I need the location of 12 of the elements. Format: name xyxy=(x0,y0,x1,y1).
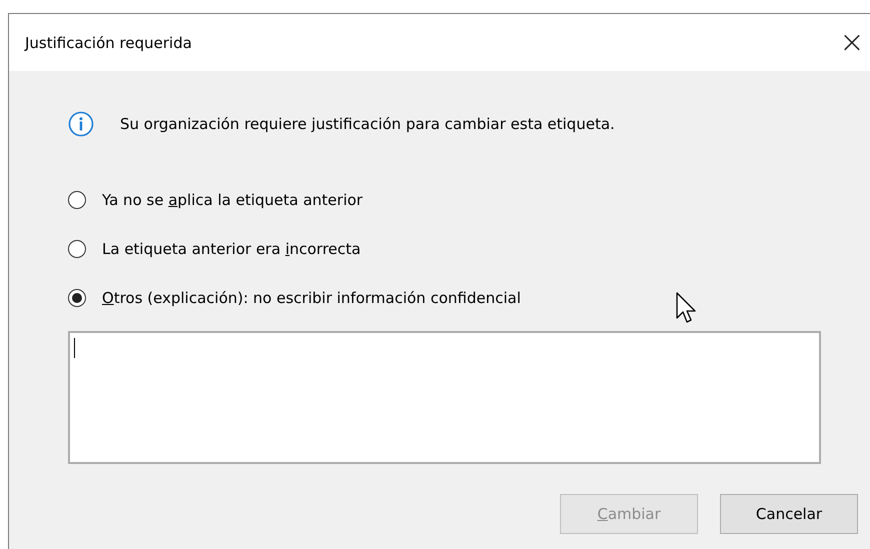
radio-button[interactable] xyxy=(68,190,86,208)
close-button[interactable]: × xyxy=(829,22,870,62)
explanation-field[interactable] xyxy=(68,331,821,464)
option-label[interactable]: Ya no se aplica la etiqueta anterior xyxy=(102,190,363,208)
option-label[interactable]: Otros (explicación): no escribir información confidencial xyxy=(102,288,521,306)
radio-button[interactable] xyxy=(68,288,86,306)
radio-button[interactable] xyxy=(68,240,86,258)
window-title: Justificación requerida xyxy=(25,34,192,52)
info-message: Su organización requiere justificación para cambiar esta etiqueta. xyxy=(120,115,615,133)
option-label[interactable]: La etiqueta anterior era incorrecta xyxy=(102,240,361,258)
info-icon xyxy=(68,111,94,137)
cancel-button[interactable]: Cancelar xyxy=(720,494,858,534)
